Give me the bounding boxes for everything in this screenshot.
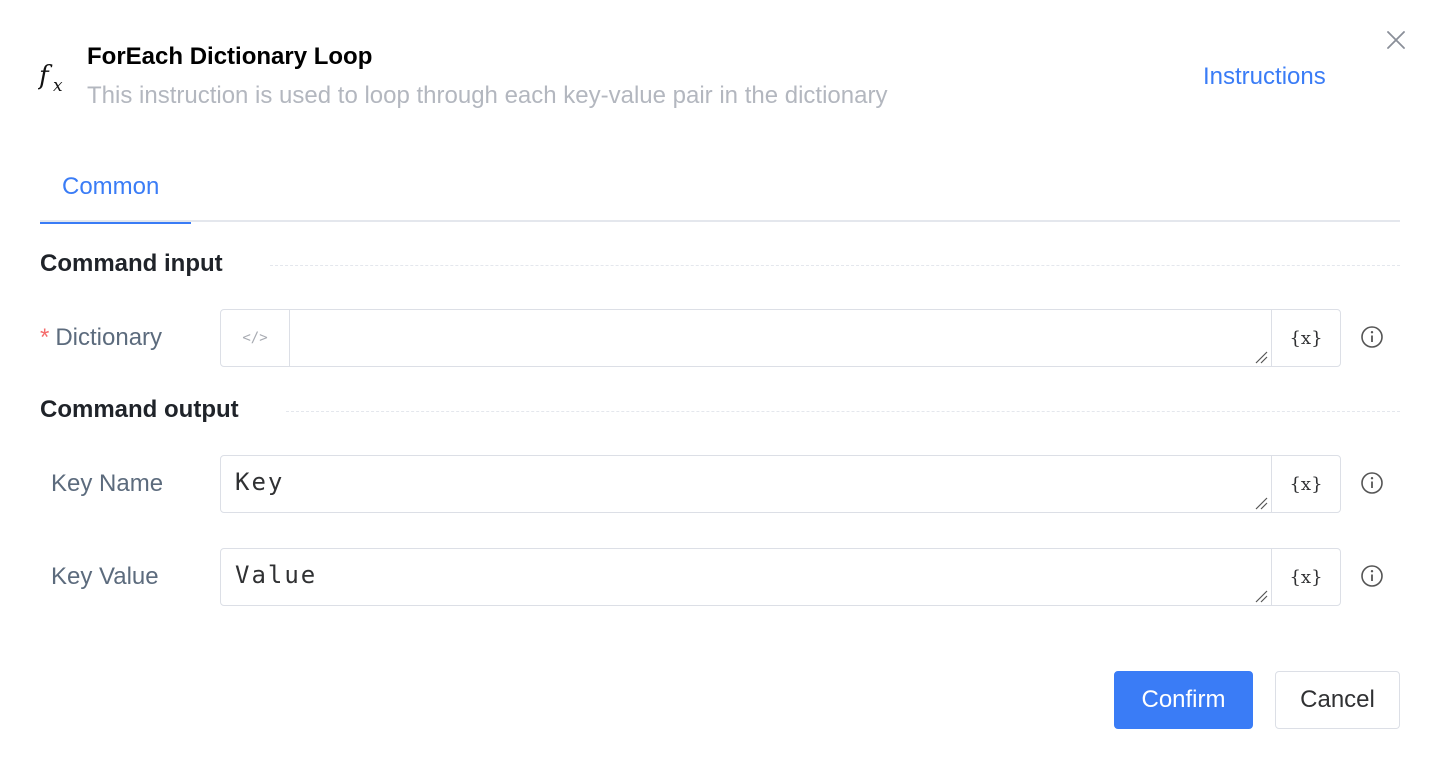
command-output-section: Command output: [40, 396, 1400, 426]
dictionary-label: * Dictionary: [40, 324, 162, 352]
insert-variable-button[interactable]: {x}: [1271, 549, 1340, 605]
info-icon[interactable]: [1360, 471, 1384, 495]
active-tab-indicator: [40, 222, 191, 224]
resize-grip-icon[interactable]: [1254, 350, 1268, 364]
command-input-section: Command input: [40, 250, 1400, 280]
svg-text:x: x: [53, 76, 63, 94]
cancel-button[interactable]: Cancel: [1275, 671, 1400, 729]
resize-grip-icon[interactable]: [1254, 589, 1268, 603]
required-marker: *: [40, 324, 50, 351]
section-divider: [270, 265, 1400, 266]
resize-grip-icon[interactable]: [1254, 496, 1268, 510]
dialog-title: ForEach Dictionary Loop: [87, 43, 373, 70]
tab-bar: Common: [40, 160, 1400, 224]
dictionary-label-text: Dictionary: [55, 324, 163, 351]
tab-common-label: Common: [62, 173, 160, 200]
foreach-dictionary-dialog: f x ForEach Dictionary Loop This instruc…: [0, 0, 1440, 768]
command-output-title: Command output: [40, 396, 249, 424]
svg-text:f: f: [38, 61, 53, 91]
key-value-label: Key Value: [51, 563, 159, 590]
key-value-row: Key Value {x}: [0, 548, 1440, 606]
instructions-link[interactable]: Instructions: [1203, 63, 1326, 91]
key-value-field: {x}: [220, 548, 1341, 606]
info-icon[interactable]: [1360, 325, 1384, 349]
section-divider: [286, 411, 1400, 412]
key-name-label: Key Name: [51, 470, 164, 497]
key-name-row: Key Name {x}: [0, 455, 1440, 513]
dialog-subtitle: This instruction is used to loop through…: [87, 82, 888, 109]
close-icon[interactable]: [1383, 27, 1409, 53]
dictionary-row: * Dictionary </> {x}: [0, 309, 1440, 367]
command-input-title: Command input: [40, 250, 233, 278]
confirm-button[interactable]: Confirm: [1114, 671, 1253, 729]
tab-common[interactable]: Common: [40, 160, 191, 224]
insert-variable-button[interactable]: {x}: [1271, 456, 1340, 512]
dictionary-input[interactable]: [291, 310, 1271, 366]
key-value-input[interactable]: [221, 549, 1271, 605]
dictionary-field: </> {x}: [220, 309, 1341, 367]
code-mode-toggle-icon[interactable]: </>: [221, 310, 290, 366]
key-name-field: {x}: [220, 455, 1341, 513]
key-name-input[interactable]: [221, 456, 1271, 512]
info-icon[interactable]: [1360, 564, 1384, 588]
function-fx-icon: f x: [37, 60, 72, 96]
insert-variable-button[interactable]: {x}: [1271, 310, 1340, 366]
